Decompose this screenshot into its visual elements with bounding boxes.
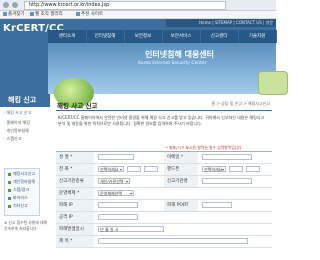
sidebar-subtitle[interactable]: · 해킹 사고 신고: [4, 110, 50, 116]
phone-select[interactable]: 선택하세요: [98, 166, 124, 173]
banner-monitor-graphic: [258, 71, 288, 95]
page-icon: [76, 11, 80, 16]
form-row: 운영체제 * 운영체제선택: [56, 188, 272, 200]
utility-bar: Home | SITEMAP | CONTACT US | 영문: [166, 19, 276, 27]
bullet-icon: [8, 196, 11, 200]
form-row: 피해 IP 피해 PORT: [56, 200, 272, 212]
org-name-label: 신고기관명: [164, 176, 198, 187]
phone-input-end[interactable]: [144, 166, 158, 172]
menu-item-security-info[interactable]: 보안정보: [124, 30, 163, 43]
victim-port-input[interactable]: [202, 202, 232, 208]
banner-title: 인터넷침해 대응센터: [145, 50, 215, 59]
notice-text: KrCERT/CC 홈페이지에서 안전한 인터넷 환경을 위해 해킹 사고 신고…: [58, 115, 265, 126]
menu-item-tech-support[interactable]: 기술지원: [238, 30, 277, 43]
sidebar-menu-box: 해킹사고신고 개인정보침해 스팸/광고 바이러스 기타신고: [4, 168, 40, 216]
report-form: 성 명 * 이메일 * 전 화 * 선택하세요 핸드폰 선택하세요 신고기관종류…: [56, 151, 272, 248]
form-row: 신고기관종류 개인/기관선택 신고기관명: [56, 176, 272, 188]
page-title: 해킹 사고 신고: [57, 102, 98, 110]
favorites-bar: 즐겨찾기 웹 조각 갤러리 추천 사이트: [0, 11, 276, 19]
menu-item-incident[interactable]: 인터넷침해: [86, 30, 125, 43]
sidebar-title: 해킹 신고: [0, 94, 50, 107]
phone-input-mid[interactable]: [127, 166, 141, 172]
sidebar-menu-item[interactable]: 스팸/광고: [8, 186, 29, 194]
bullet-icon: [8, 172, 11, 176]
form-row: 전 화 * 선택하세요 핸드폰 선택하세요: [56, 164, 272, 176]
title-divider: [56, 110, 272, 111]
sidebar-item[interactable]: · 개인정보침해: [4, 128, 29, 134]
utility-links[interactable]: Home | SITEMAP | CONTACT US | 영문: [199, 19, 273, 27]
sidebar-menu-item[interactable]: 해킹사고신고: [8, 170, 35, 178]
org-type-select[interactable]: 개인/기관선택: [98, 178, 130, 185]
main-menu: 센터소개 인터넷침해 보안정보 보안서비스 신고센터 기술지원: [48, 30, 277, 43]
page-icon: [30, 11, 34, 16]
attack-ip-input[interactable]: [98, 214, 138, 220]
attack-ip-label: 공격 IP: [56, 212, 94, 223]
sidebar-item[interactable]: · 스팸신고: [4, 136, 21, 142]
mobile-label: 핸드폰: [164, 164, 198, 175]
email-label: 이메일 *: [164, 152, 198, 163]
sidebar-menu-item[interactable]: 기타신고: [8, 202, 28, 210]
breadcrumb: 홈 > 상담 및 신고 > 해킹사고신고: [211, 101, 271, 106]
subject-input[interactable]: [98, 238, 248, 244]
form-row: 피해발생일시 년 월 일 시: [56, 224, 272, 236]
url-input[interactable]: http://www.krcert.or.kr/index.jsp: [24, 1, 226, 10]
star-icon: [3, 11, 7, 16]
bullet-icon: [8, 204, 11, 208]
bullet-icon: [8, 188, 11, 192]
menu-item-security-service[interactable]: 보안서비스: [162, 30, 201, 43]
email-input[interactable]: [202, 154, 252, 160]
url-text: http://www.krcert.or.kr/index.jsp: [29, 2, 110, 8]
name-label: 성 명 *: [56, 152, 94, 163]
back-icon[interactable]: [3, 2, 9, 8]
incident-datetime-label: 피해발생일시: [56, 224, 94, 235]
menu-item-report-center[interactable]: 신고센터: [200, 30, 239, 43]
form-row: 성 명 * 이메일 *: [56, 152, 272, 164]
web-slice-gallery-link[interactable]: 웹 조각 갤러리: [30, 11, 63, 18]
form-row: 제 목 *: [56, 236, 272, 248]
name-input[interactable]: [98, 154, 134, 160]
site-header: KrCERT/CC Home | SITEMAP | CONTACT US | …: [0, 19, 288, 108]
org-name-input[interactable]: [202, 178, 252, 184]
os-label: 운영체제 *: [56, 188, 94, 199]
sidebar-menu-item[interactable]: 개인정보침해: [8, 178, 35, 186]
phone-label: 전 화 *: [56, 164, 94, 175]
browser-address-bar: http://www.krcert.or.kr/index.jsp: [0, 0, 276, 11]
victim-ip-label: 피해 IP: [56, 200, 94, 211]
sidebar-menu-item[interactable]: 바이러스: [8, 194, 28, 202]
incident-datetime-input[interactable]: 년 월 일 시: [98, 226, 164, 232]
suggested-sites-link[interactable]: 추천 사이트: [76, 11, 103, 18]
victim-port-label: 피해 PORT: [164, 200, 198, 211]
mobile-input-end[interactable]: [246, 166, 260, 172]
mobile-select[interactable]: 선택하세요: [202, 166, 226, 173]
org-type-label: 신고기관종류: [56, 176, 94, 187]
favorites-link[interactable]: 즐겨찾기: [3, 11, 25, 18]
menu-item-about[interactable]: 센터소개: [48, 30, 87, 43]
form-row: 공격 IP: [56, 212, 272, 224]
victim-ip-input[interactable]: [98, 202, 138, 208]
bullet-icon: [8, 180, 11, 184]
mobile-input-mid[interactable]: [229, 166, 243, 172]
os-select[interactable]: 운영체제선택: [98, 190, 134, 197]
sidebar-bottom-note: ※ 신고 접수된 사항에 대해 신속하게 처리합니다: [4, 220, 47, 231]
subject-label: 제 목 *: [56, 236, 94, 247]
banner-subtitle: Korea Internet Security Center: [138, 61, 207, 66]
forward-icon[interactable]: [12, 2, 18, 8]
sidebar-item[interactable]: · 홈페이지 해킹: [4, 120, 30, 126]
